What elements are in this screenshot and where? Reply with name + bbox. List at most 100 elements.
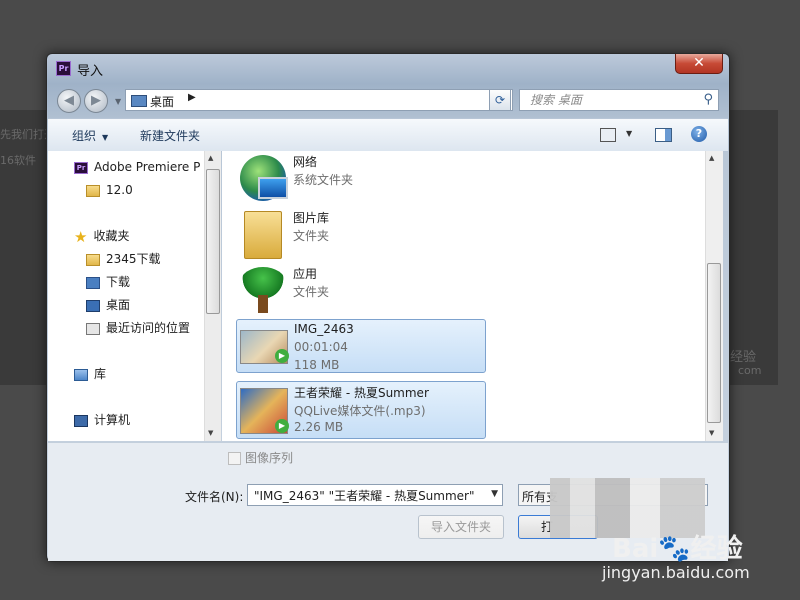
library-icon	[74, 368, 88, 381]
play-icon: ▶	[275, 419, 289, 433]
video-thumbnail-icon: ▶	[240, 330, 289, 364]
breadcrumb-chevron-icon[interactable]: ▶	[188, 92, 196, 103]
filename-combobox[interactable]: ▼	[247, 484, 503, 506]
navigation-scroll-thumb[interactable]	[206, 169, 220, 314]
file-duration: 00:01:04	[294, 340, 348, 354]
sidebar-item-desktop[interactable]: 桌面	[86, 295, 130, 315]
file-item-network[interactable]: 网络 系统文件夹	[236, 151, 486, 205]
file-list: 网络 系统文件夹 图片库 文件夹 应用 文件夹 ▶ IMG_2463 00:01…	[222, 151, 707, 441]
filename-label: 文件名(N):	[185, 490, 244, 504]
title-bar: Pr 导入 ✕	[47, 54, 729, 84]
checkbox-icon[interactable]	[228, 452, 241, 465]
new-folder-button[interactable]: 新建文件夹	[140, 127, 200, 144]
search-box[interactable]: ⚲	[519, 89, 719, 111]
command-toolbar: 组织 ▼ 新建文件夹 ▼ ?	[48, 118, 728, 152]
change-view-icon[interactable]	[600, 128, 616, 142]
address-bar[interactable]: 桌面 ▶ ▼	[125, 89, 513, 111]
image-sequence-checkbox[interactable]: 图像序列	[228, 449, 293, 466]
chevron-down-icon: ▼	[102, 133, 109, 142]
file-name: 网络	[293, 155, 318, 169]
sidebar-item-label: 最近访问的位置	[106, 321, 191, 335]
sidebar-item-2345-downloads[interactable]: 2345下载	[86, 249, 161, 269]
scroll-up-icon[interactable]: ▲	[208, 154, 213, 162]
background-text-2: 16软件	[0, 154, 36, 167]
sidebar-item-label: 2345下载	[106, 252, 161, 266]
play-icon: ▶	[275, 349, 289, 363]
file-list-scrollbar[interactable]: ▲ ▼	[705, 151, 723, 441]
premiere-app-icon: Pr	[56, 61, 71, 76]
close-button[interactable]: ✕	[675, 54, 723, 74]
file-name: IMG_2463	[294, 322, 354, 336]
file-type: 文件夹	[293, 285, 330, 299]
organize-button[interactable]: 组织 ▼	[72, 127, 108, 144]
navigation-scrollbar[interactable]: ▲ ▼	[204, 151, 221, 441]
file-size: 118 MB	[294, 358, 340, 372]
file-type: 系统文件夹	[293, 173, 354, 187]
sidebar-item-libraries[interactable]: 库	[74, 364, 106, 384]
folder-icon	[244, 211, 282, 259]
file-name: 应用	[293, 267, 318, 281]
scroll-up-icon[interactable]: ▲	[709, 154, 714, 162]
sidebar-item-label: 桌面	[106, 298, 131, 312]
address-text: 桌面	[150, 95, 175, 109]
organize-label: 组织	[72, 129, 97, 143]
background-side-url: com	[738, 364, 762, 377]
sidebar-item-downloads[interactable]: 下载	[86, 272, 130, 292]
sidebar-item-label: 库	[94, 367, 107, 381]
file-type: QQLive媒体文件(.mp3)	[294, 404, 426, 418]
file-name: 图片库	[293, 211, 330, 225]
recent-places-icon	[86, 322, 100, 335]
search-input[interactable]	[528, 92, 692, 108]
star-icon: ★	[74, 227, 88, 246]
view-options-chevron-icon[interactable]: ▼	[626, 129, 632, 138]
image-sequence-label: 图像序列	[245, 451, 294, 465]
navigation-pane: Pr Adobe Premiere P 12.0 ★ 收藏夹 2345下载 下载 桌…	[48, 151, 218, 441]
scroll-down-icon[interactable]: ▼	[208, 429, 213, 437]
preview-pane-icon[interactable]	[655, 128, 672, 142]
monitor-icon	[258, 177, 288, 199]
navigation-bar: ◀ ▶ ▼ 桌面 ▶ ▼ ⟳ ⚲	[47, 84, 729, 118]
import-folder-button[interactable]: 导入文件夹	[418, 515, 504, 539]
network-icon	[240, 155, 288, 201]
filename-dropdown-icon[interactable]: ▼	[491, 489, 498, 499]
recent-pages-dropdown[interactable]: ▼	[115, 97, 121, 106]
forward-button[interactable]: ▶	[84, 89, 108, 113]
file-item-img-2463[interactable]: ▶ IMG_2463 00:01:04 118 MB	[236, 319, 486, 373]
background-side-text: 经验	[730, 350, 757, 365]
sidebar-item-label: 下载	[106, 275, 131, 289]
sidebar-item-label: 计算机	[94, 413, 131, 427]
sidebar-item-premiere[interactable]: Pr Adobe Premiere P	[74, 157, 200, 177]
tree-icon	[240, 267, 286, 313]
dialog-title: 导入	[77, 64, 104, 79]
desktop-icon	[86, 299, 100, 312]
sidebar-item-computer[interactable]: 计算机	[74, 410, 130, 430]
back-button[interactable]: ◀	[57, 89, 81, 113]
file-item-apps[interactable]: 应用 文件夹	[236, 263, 486, 317]
refresh-button[interactable]: ⟳	[489, 89, 511, 111]
baidu-jingyan-watermark: Bai🐾经验	[612, 534, 743, 564]
file-item-pictures[interactable]: 图片库 文件夹	[236, 207, 486, 261]
file-name: 王者荣耀 - 热夏Summer	[294, 386, 429, 400]
file-size: 2.26 MB	[294, 420, 344, 434]
folder-icon	[86, 253, 100, 266]
premiere-icon: Pr	[74, 161, 88, 174]
sidebar-item-12-0[interactable]: 12.0	[86, 180, 133, 200]
search-icon[interactable]: ⚲	[703, 92, 713, 107]
sidebar-item-label: 收藏夹	[93, 229, 130, 243]
computer-icon	[74, 414, 88, 427]
filename-input[interactable]	[252, 487, 484, 503]
file-list-scroll-thumb[interactable]	[707, 263, 721, 423]
scroll-down-icon[interactable]: ▼	[709, 429, 714, 437]
sidebar-item-label: Adobe Premiere P	[94, 160, 201, 174]
sidebar-item-favorites[interactable]: ★ 收藏夹	[74, 226, 129, 246]
help-icon[interactable]: ?	[691, 126, 707, 142]
download-folder-icon	[86, 276, 100, 289]
desktop-icon	[131, 95, 147, 107]
sidebar-item-recent-places[interactable]: 最近访问的位置	[86, 318, 190, 338]
audio-thumbnail-icon: ▶	[240, 388, 289, 434]
folder-icon	[86, 184, 100, 197]
sidebar-item-label: 12.0	[106, 183, 133, 197]
watermark-url: jingyan.baidu.com	[602, 563, 750, 582]
file-type: 文件夹	[293, 229, 330, 243]
file-item-summer-mp3[interactable]: ▶ 王者荣耀 - 热夏Summer QQLive媒体文件(.mp3) 2.26 …	[236, 381, 486, 439]
